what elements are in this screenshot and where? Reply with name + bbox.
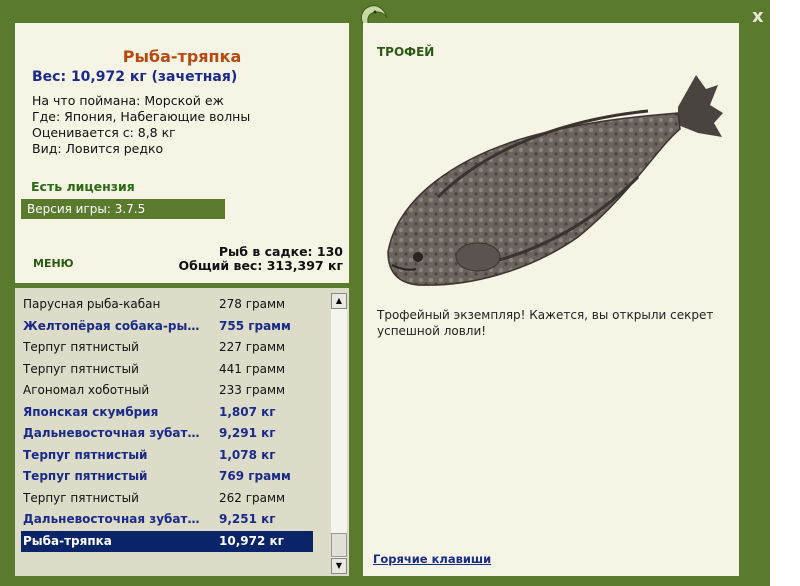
catch-name: Терпуг пятнистый <box>23 340 139 354</box>
catch-name: Терпуг пятнистый <box>23 447 148 462</box>
keepnet-stats: Рыб в садке: 130 Общий вес: 313,397 кг <box>179 245 344 273</box>
catch-weight: 278 грамм <box>219 297 286 311</box>
close-icon[interactable]: x <box>752 6 764 27</box>
catch-weight: 441 грамм <box>219 361 286 376</box>
scroll-up-icon[interactable]: ▲ <box>331 293 347 309</box>
location-info: Где: Япония, Набегающие волны <box>32 109 251 124</box>
catch-weight: 769 грамм <box>219 469 291 483</box>
fish-name: Рыба-тряпка <box>122 47 242 66</box>
menu-button[interactable]: МЕНЮ <box>33 257 74 270</box>
catch-weight: 755 грамм <box>219 318 291 333</box>
catch-row[interactable]: Дальневосточная зубатка 9,251 кг <box>21 509 313 530</box>
catch-row[interactable]: Терпуг пятнистый 769 грамм <box>21 466 313 487</box>
scroll-down-icon[interactable]: ▼ <box>331 558 347 574</box>
catch-weight: 1,807 кг <box>219 404 276 419</box>
catch-name: Рыба-тряпка <box>23 533 112 548</box>
catch-name: Терпуг пятнистый <box>23 490 139 505</box>
license-status: Есть лицензия <box>31 179 135 194</box>
fish-image <box>387 75 723 286</box>
catch-weight: 1,078 кг <box>219 447 276 462</box>
catch-name: Дальневосточная зубатка <box>23 426 201 440</box>
catch-row[interactable]: Японская скумбрия 1,807 кг <box>21 402 313 423</box>
trophy-panel: ТРОФЕЙ Трофейный экземпляр! Кажется, вы … <box>363 23 739 576</box>
catch-name: Терпуг пятнистый <box>23 469 148 483</box>
catch-weight: 9,291 кг <box>219 426 276 440</box>
catch-row[interactable]: Терпуг пятнистый 441 грамм <box>21 359 313 380</box>
catch-weight: 233 грамм <box>219 383 286 397</box>
catch-row[interactable]: Парусная рыба-кабан 278 грамм <box>21 294 313 315</box>
fish-weight: Вес: 10,972 кг (зачетная) <box>32 69 238 85</box>
catch-row[interactable]: Терпуг пятнистый 262 грамм <box>21 488 313 509</box>
fish-info-panel: Рыба-тряпка Вес: 10,972 кг (зачетная) На… <box>15 23 349 283</box>
catch-name: Агономал хоботный <box>23 383 150 397</box>
catch-weight: 227 грамм <box>219 340 286 354</box>
catch-name: Желтопёрая собака-рыба <box>23 318 201 333</box>
catch-row[interactable]: Желтопёрая собака-рыба 755 грамм <box>21 316 313 337</box>
catch-row[interactable]: Терпуг пятнистый 227 грамм <box>21 337 313 358</box>
hotkeys-link[interactable]: Горячие клавиши <box>373 552 491 566</box>
trophy-message: Трофейный экземпляр! Кажется, вы открыли… <box>377 308 714 338</box>
catch-weight: 9,251 кг <box>219 512 276 526</box>
version-bar: Версия игры: 3.7.5 <box>21 199 225 219</box>
value-info: Оценивается с: 8,8 кг <box>32 125 176 140</box>
catch-list[interactable]: Парусная рыба-кабан 278 грамм Желтопёрая с… <box>15 288 349 576</box>
catch-name: Терпуг пятнистый <box>23 361 139 376</box>
total-weight: Общий вес: 313,397 кг <box>178 258 344 273</box>
catch-row[interactable]: Агономал хоботный 233 грамм <box>21 380 313 401</box>
fish-count: Рыб в садке: 130 <box>218 244 343 259</box>
bait-info: На что поймана: Морской еж <box>32 93 224 108</box>
catch-row[interactable]: Рыба-тряпка 10,972 кг <box>21 530 313 552</box>
scroll-thumb[interactable] <box>331 533 347 557</box>
catch-name: Парусная рыба-кабан <box>23 297 161 311</box>
catch-weight: 10,972 кг <box>219 533 284 548</box>
rarity-info: Вид: Ловится редко <box>32 141 164 156</box>
catch-name: Японская скумбрия <box>23 404 159 419</box>
catch-row[interactable]: Дальневосточная зубатка 9,291 кг <box>21 423 313 444</box>
catch-weight: 262 грамм <box>219 490 286 505</box>
list-scrollbar[interactable]: ▲ ▼ <box>331 293 347 574</box>
catch-row[interactable]: Терпуг пятнистый 1,078 кг <box>21 445 313 466</box>
catch-name: Дальневосточная зубатка <box>23 512 201 526</box>
